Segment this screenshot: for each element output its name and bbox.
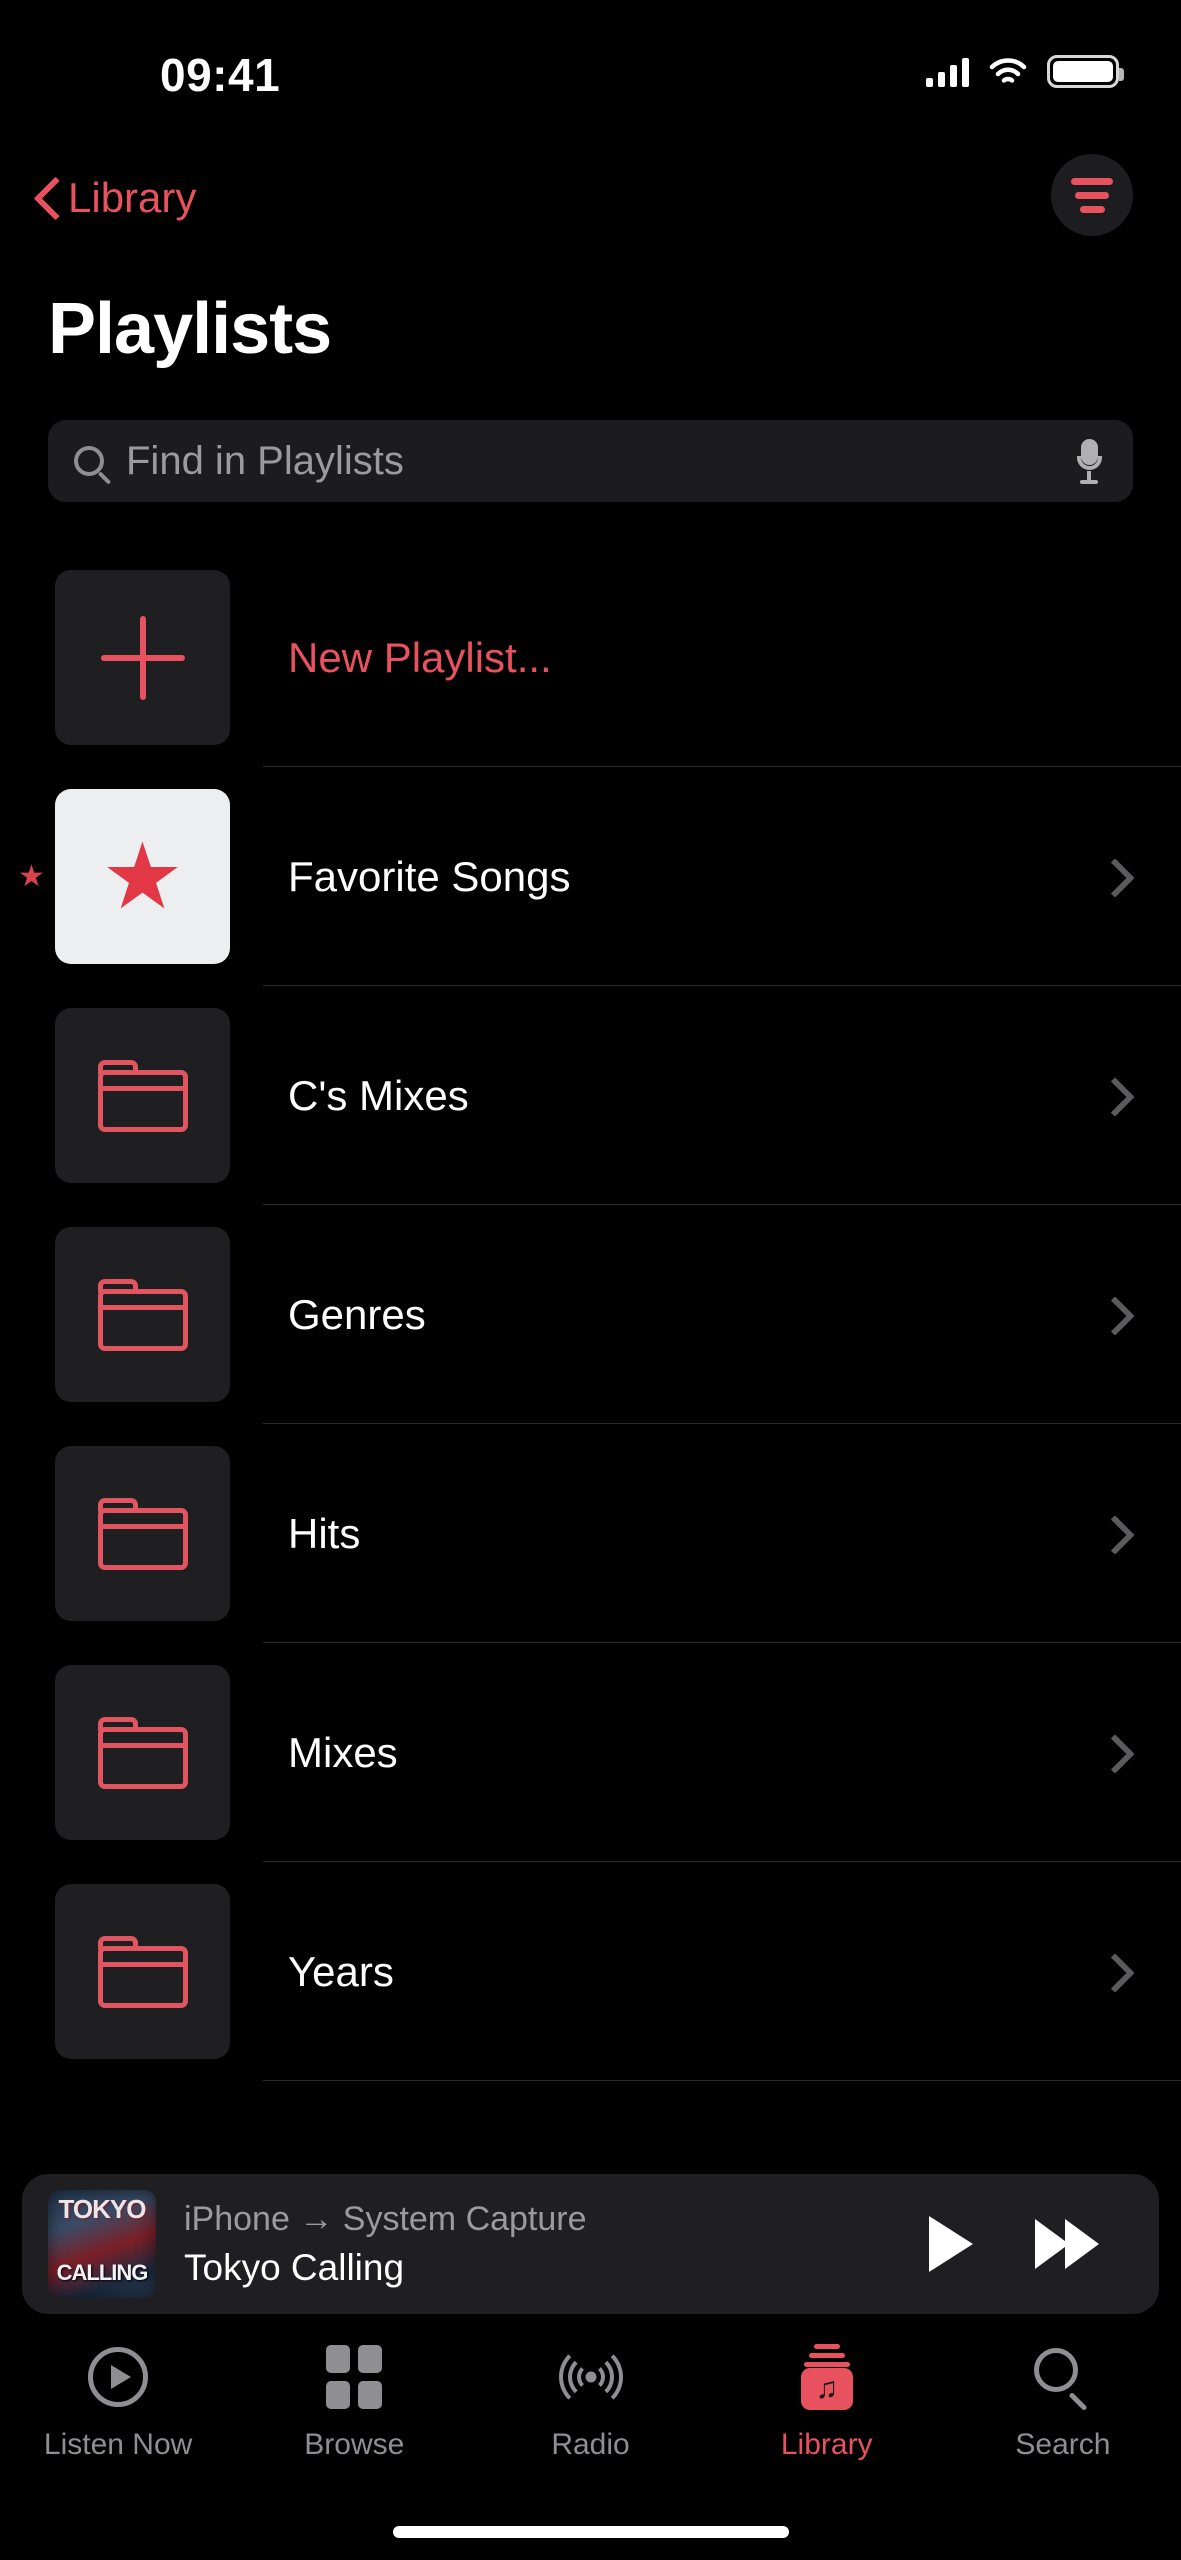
favorite-star-marker: ★ [18,859,45,893]
now-playing-text: iPhone → System Capture Tokyo Calling [184,2200,929,2289]
chevron-right-icon [1101,1952,1123,1992]
list-item-label: C's Mixes [288,1071,469,1119]
row-icon-tile [55,570,230,745]
tab-listen-now[interactable]: Listen Now [0,2344,236,2462]
nav-bar: Library [0,154,1181,280]
tab-icon [326,2344,383,2410]
folder-icon [97,1059,188,1132]
tab-label: Search [1015,2428,1111,2461]
tab-bar: Listen Now Browse Radio ♫ Library Search [0,2322,1181,2502]
tab-library[interactable]: ♫ Library [709,2344,945,2462]
tab-radio[interactable]: Radio [472,2344,708,2462]
plus-icon [100,615,185,700]
search-icon [1033,2348,1092,2412]
list-item[interactable]: Mixes [0,1643,1181,1862]
grid-squares-icon [326,2345,383,2409]
list-item[interactable]: Genres [0,1205,1181,1424]
play-icon[interactable] [929,2216,973,2272]
row-icon-tile [55,1446,230,1621]
status-bar: 09:41 [0,0,1181,115]
chevron-right-icon [1101,1076,1123,1116]
cellular-bars-icon [926,57,969,87]
search-field[interactable]: Find in Playlists [48,420,1133,502]
list-item-label: Genres [288,1290,426,1338]
search-placeholder: Find in Playlists [126,438,404,483]
tab-label: Library [780,2428,873,2461]
now-playing-bar[interactable]: TOKYO CALLING iPhone → System Capture To… [22,2174,1159,2314]
now-playing-route: iPhone → System Capture [184,2199,587,2238]
chevron-right-icon [1101,1514,1123,1554]
battery-full-icon [1047,55,1124,88]
tab-icon: ♫ [799,2344,855,2410]
folder-icon [97,1497,188,1570]
playlist-list: New Playlist... ★ ★ Favorite Songs C's Mixes… [0,548,1181,2081]
play-circle-icon [88,2347,149,2407]
status-time: 09:41 [160,49,281,101]
tab-icon [555,2344,627,2410]
wifi-icon [989,57,1027,86]
star-icon: ★ [101,825,184,928]
sort-filter-lines-icon [1071,177,1113,185]
tab-label: Browse [304,2428,405,2461]
music-library-icon: ♫ [799,2344,855,2410]
artwork-bottom-text: CALLING [56,2260,149,2285]
album-artwork: TOKYO CALLING [48,2190,156,2298]
search-icon [74,446,104,476]
list-item-label: New Playlist... [288,633,552,681]
app-screen: 09:41 Library Playlists Find in Playlist… [0,0,1181,2560]
back-button-label: Library [68,174,197,221]
list-item[interactable]: New Playlist... [0,548,1181,767]
list-item[interactable]: Years [0,1862,1181,2081]
list-item-label: Mixes [288,1728,398,1776]
tab-icon [1033,2344,1092,2412]
row-icon-tile [55,1884,230,2059]
list-item-label: Hits [288,1509,361,1557]
chevron-right-icon [1101,1733,1123,1773]
microphone-icon[interactable] [1077,439,1102,484]
list-item-label: Years [288,1947,394,1995]
fast-forward-icon[interactable] [1035,2219,1099,2269]
tab-label: Radio [551,2428,630,2461]
folder-icon [97,1935,188,2008]
row-icon-tile [55,1665,230,1840]
row-icon-tile [55,1008,230,1183]
now-playing-title: Tokyo Calling [184,2246,405,2288]
list-item[interactable]: C's Mixes [0,986,1181,1205]
folder-icon [97,1716,188,1789]
list-item-label: Favorite Songs [288,852,571,900]
status-icons [926,55,1124,88]
chevron-right-icon [1101,857,1123,897]
back-button[interactable]: Library [36,174,196,222]
page-title: Playlists [48,289,332,369]
now-playing-controls [929,2216,1099,2272]
row-icon-tile [55,1227,230,1402]
chevron-left-icon [36,180,56,216]
tab-label: Listen Now [43,2428,193,2461]
tab-icon [88,2344,149,2410]
row-icon-tile: ★ [55,789,230,964]
artwork-top-text: TOKYO [58,2194,147,2224]
folder-icon [97,1278,188,1351]
home-indicator [392,2526,789,2538]
chevron-right-icon [1101,1295,1123,1335]
tab-search[interactable]: Search [945,2344,1181,2462]
sort-filter-button[interactable] [1051,154,1133,236]
row-separator [263,2080,1181,2081]
list-item[interactable]: Hits [0,1424,1181,1643]
radio-waves-icon [555,2345,627,2409]
list-item[interactable]: ★ ★ Favorite Songs [0,767,1181,986]
tab-browse[interactable]: Browse [236,2344,472,2462]
